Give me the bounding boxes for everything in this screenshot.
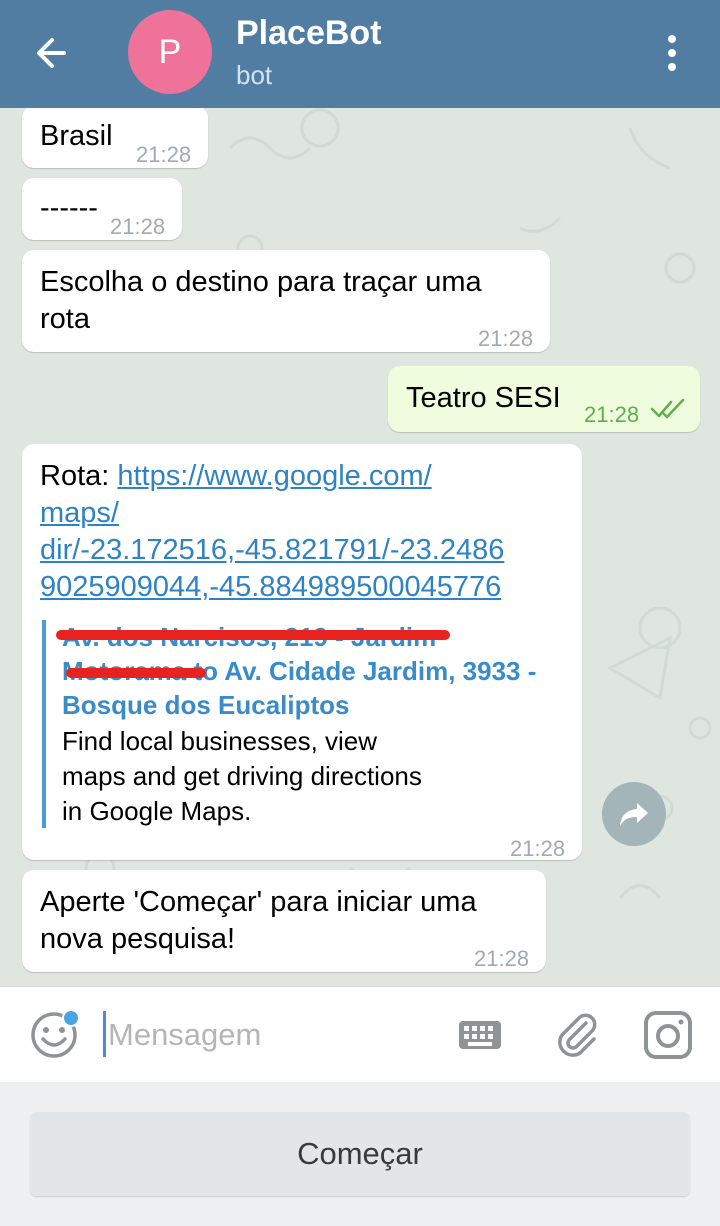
message-text: Teatro SESI xyxy=(406,382,561,414)
preview-description-line: in Google Maps. xyxy=(62,796,252,826)
more-menu-button[interactable] xyxy=(656,30,688,76)
message-time: 21:28 xyxy=(478,326,534,351)
emoji-notification-dot xyxy=(62,1009,80,1027)
route-line: Rota: https://www.google.com/ xyxy=(40,458,570,495)
keyboard-icon xyxy=(459,1021,501,1049)
preview-title-line: Bosque dos Eucaliptos xyxy=(62,690,350,720)
avatar[interactable]: P xyxy=(128,10,212,94)
bot-keyboard-button[interactable] xyxy=(458,1017,502,1053)
route-link[interactable]: 9025909044,-45.884989500045776 xyxy=(40,569,570,606)
route-prefix: Rota: xyxy=(40,460,118,492)
message-text-line: nova pesquisa! xyxy=(40,923,236,955)
attach-button[interactable] xyxy=(552,1009,600,1061)
message-time: 21:28 xyxy=(136,142,192,167)
text-cursor xyxy=(103,1011,106,1057)
redaction-strike xyxy=(56,630,450,640)
message-text: Rota: https://www.google.com/ maps/ dir/… xyxy=(40,458,570,606)
paperclip-icon xyxy=(558,1013,597,1057)
message-text: ------ xyxy=(40,192,98,224)
arrow-left-icon xyxy=(37,38,66,68)
message-text: Escolha o destino para traçar uma rota xyxy=(40,264,482,338)
preview-description-line: Find local businesses, view xyxy=(62,726,378,756)
message-bubble[interactable]: Rota: https://www.google.com/ maps/ dir/… xyxy=(22,444,582,861)
comecar-button[interactable]: Começar xyxy=(30,1112,690,1196)
message-text-line: Aperte 'Começar' para iniciar uma xyxy=(40,886,477,918)
preview-description-line: maps and get driving directions xyxy=(62,761,422,791)
message-composer xyxy=(0,986,720,1082)
message-bubble[interactable]: Escolha o destino para traçar uma rota 2… xyxy=(22,250,550,352)
message-text-line: Escolha o destino para traçar uma xyxy=(40,266,482,298)
chat-header: P PlaceBot bot xyxy=(0,0,720,108)
message-time: 21:28 xyxy=(474,946,530,971)
route-link[interactable]: maps/ xyxy=(40,495,570,532)
camera-icon xyxy=(644,1011,692,1059)
route-link[interactable]: dir/-23.172516,-45.821791/-23.2486 xyxy=(40,532,570,569)
camera-button[interactable] xyxy=(642,1009,694,1061)
outgoing-message-bubble[interactable]: Teatro SESI 21:28 xyxy=(388,366,700,432)
double-check-icon xyxy=(650,398,685,419)
chat-area[interactable]: Brasil 21:28 ------ 21:28 Escolha o dest… xyxy=(0,108,720,986)
avatar-letter: P xyxy=(158,32,182,71)
message-time: 21:28 xyxy=(110,214,166,239)
chat-subtitle: bot xyxy=(236,60,273,90)
route-link[interactable]: https://www.google.com/ xyxy=(117,460,431,492)
message-bubble[interactable]: Aperte 'Começar' para iniciar uma nova p… xyxy=(22,870,546,972)
share-button[interactable] xyxy=(602,782,666,846)
comecar-button-label: Começar xyxy=(297,1136,423,1171)
message-bubble[interactable]: ------ 21:28 xyxy=(22,178,182,240)
message-text: Brasil xyxy=(40,120,113,152)
message-bubble[interactable]: Brasil 21:28 xyxy=(22,108,208,168)
link-preview[interactable]: Av. dos Narcisos, 219 - Jardim Motorama … xyxy=(42,620,536,828)
message-input[interactable] xyxy=(108,1013,428,1057)
back-button[interactable] xyxy=(30,30,80,76)
message-text-line: rota xyxy=(40,303,90,335)
redaction-strike xyxy=(66,668,206,678)
bot-reply-keyboard: Começar xyxy=(0,1082,720,1226)
more-vertical-icon xyxy=(668,35,676,71)
message-time: 21:28 xyxy=(510,836,566,861)
message-text: Aperte 'Começar' para iniciar uma nova p… xyxy=(40,884,477,958)
share-icon xyxy=(620,803,648,826)
message-time: 21:28 xyxy=(584,402,640,427)
chat-title[interactable]: PlaceBot xyxy=(236,14,382,53)
